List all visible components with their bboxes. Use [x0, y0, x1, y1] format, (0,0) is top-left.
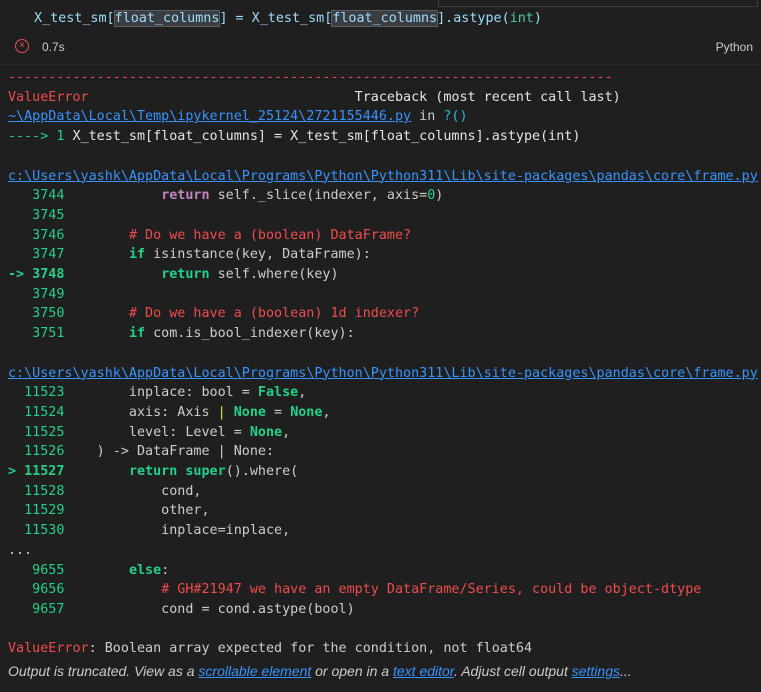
settings-link[interactable]: settings: [572, 663, 620, 679]
scrollable-element-link[interactable]: scrollable element: [198, 663, 311, 679]
code-text: X_test_sm[float_columns] = X_test_sm[flo…: [72, 129, 581, 145]
code-token: ] = X_test_sm[: [219, 11, 333, 26]
function-name: ?(): [443, 109, 468, 125]
file-link[interactable]: c:\Users\yashk\AppData\Local\Programs\Py…: [8, 169, 758, 184]
source-line: 3751 if com.is_bool_indexer(key):: [8, 326, 355, 342]
error-name: ValueError: [8, 89, 89, 105]
source-line: 3747 if isinstance(key, DataFrame):: [8, 247, 371, 263]
divider-dashes: ----------------------------------------…: [8, 70, 613, 85]
source-line-current: > 11527 return super().where(: [8, 464, 299, 479]
source-line: 11530 inplace=inplace,: [8, 523, 291, 539]
ellipsis: ...: [8, 542, 33, 558]
execution-time: 0.7s: [42, 40, 65, 54]
language-label[interactable]: Python: [716, 40, 753, 54]
source-line: 3750 # Do we have a (boolean) 1d indexer…: [8, 306, 420, 322]
code-highlight: float_columns: [113, 10, 221, 27]
code-cell[interactable]: X_test_sm[float_columns] = X_test_sm[flo…: [0, 0, 761, 65]
previous-cell-edge: [438, 0, 758, 7]
text-editor-link[interactable]: text editor: [393, 663, 454, 679]
code-highlight: float_columns: [331, 10, 439, 27]
error-name: ValueError: [8, 641, 89, 657]
notice-text: ...: [619, 663, 632, 679]
source-line: 11526 ) -> DataFrame | None:: [8, 444, 275, 460]
file-link[interactable]: ~\AppData\Local\Temp\ipykernel_25124\272…: [8, 109, 411, 124]
source-line: 3749: [8, 286, 65, 302]
source-line: 9656 # GH#21947 we have an empty DataFra…: [8, 582, 702, 598]
source-line: 11525 level: Level = None,: [8, 424, 291, 440]
error-circle-icon: ×: [15, 39, 29, 53]
source-line: 3746 # Do we have a (boolean) DataFrame?: [8, 227, 412, 243]
traceback-file-line: ~\AppData\Local\Temp\ipykernel_25124\272…: [8, 107, 468, 127]
source-line: 3745: [8, 207, 65, 223]
notice-text: or open in a: [311, 663, 393, 679]
source-line: 9655 else:: [8, 562, 170, 578]
error-message: : Boolean array expected for the conditi…: [88, 641, 533, 657]
arrow-marker: ----> 1: [8, 129, 73, 145]
cell-status-bar: × 0.7s Python: [0, 36, 761, 58]
code-token: X_test_sm[: [34, 11, 115, 26]
source-line: 11529 other,: [8, 503, 210, 519]
final-error-line: ValueError: Boolean array expected for t…: [8, 639, 532, 659]
notice-text: Output is truncated. View as a: [8, 663, 199, 679]
file-link[interactable]: c:\Users\yashk\AppData\Local\Programs\Py…: [8, 366, 758, 381]
source-line: 3744 return self._slice(indexer, axis=0): [8, 188, 444, 204]
traceback-label: Traceback (most recent call last): [354, 89, 621, 105]
source-line-current: -> 3748 return self.where(key): [8, 267, 339, 282]
code-token: ].astype(: [437, 11, 510, 26]
source-line: 11524 axis: Axis | None = None,: [8, 404, 331, 420]
source-line: 11528 cond,: [8, 483, 202, 499]
frame-file-link[interactable]: c:\Users\yashk\AppData\Local\Programs\Py…: [8, 167, 758, 187]
frame-file-link[interactable]: c:\Users\yashk\AppData\Local\Programs\Py…: [8, 364, 758, 384]
code-line[interactable]: X_test_sm[float_columns] = X_test_sm[flo…: [34, 10, 542, 27]
traceback-arrow-line: ----> 1 X_test_sm[float_columns] = X_tes…: [8, 127, 580, 147]
source-line: 9657 cond = cond.astype(bool): [8, 601, 355, 617]
traceback-header: ValueError Traceback (most recent call l…: [8, 88, 621, 108]
code-token: ): [533, 11, 542, 26]
in-label: in: [411, 109, 444, 125]
notice-text: . Adjust cell output: [453, 663, 572, 679]
source-line: 11523 inplace: bool = False,: [8, 385, 307, 401]
code-token: int: [509, 11, 534, 26]
truncation-notice: Output is truncated. View as a scrollabl…: [8, 663, 632, 679]
